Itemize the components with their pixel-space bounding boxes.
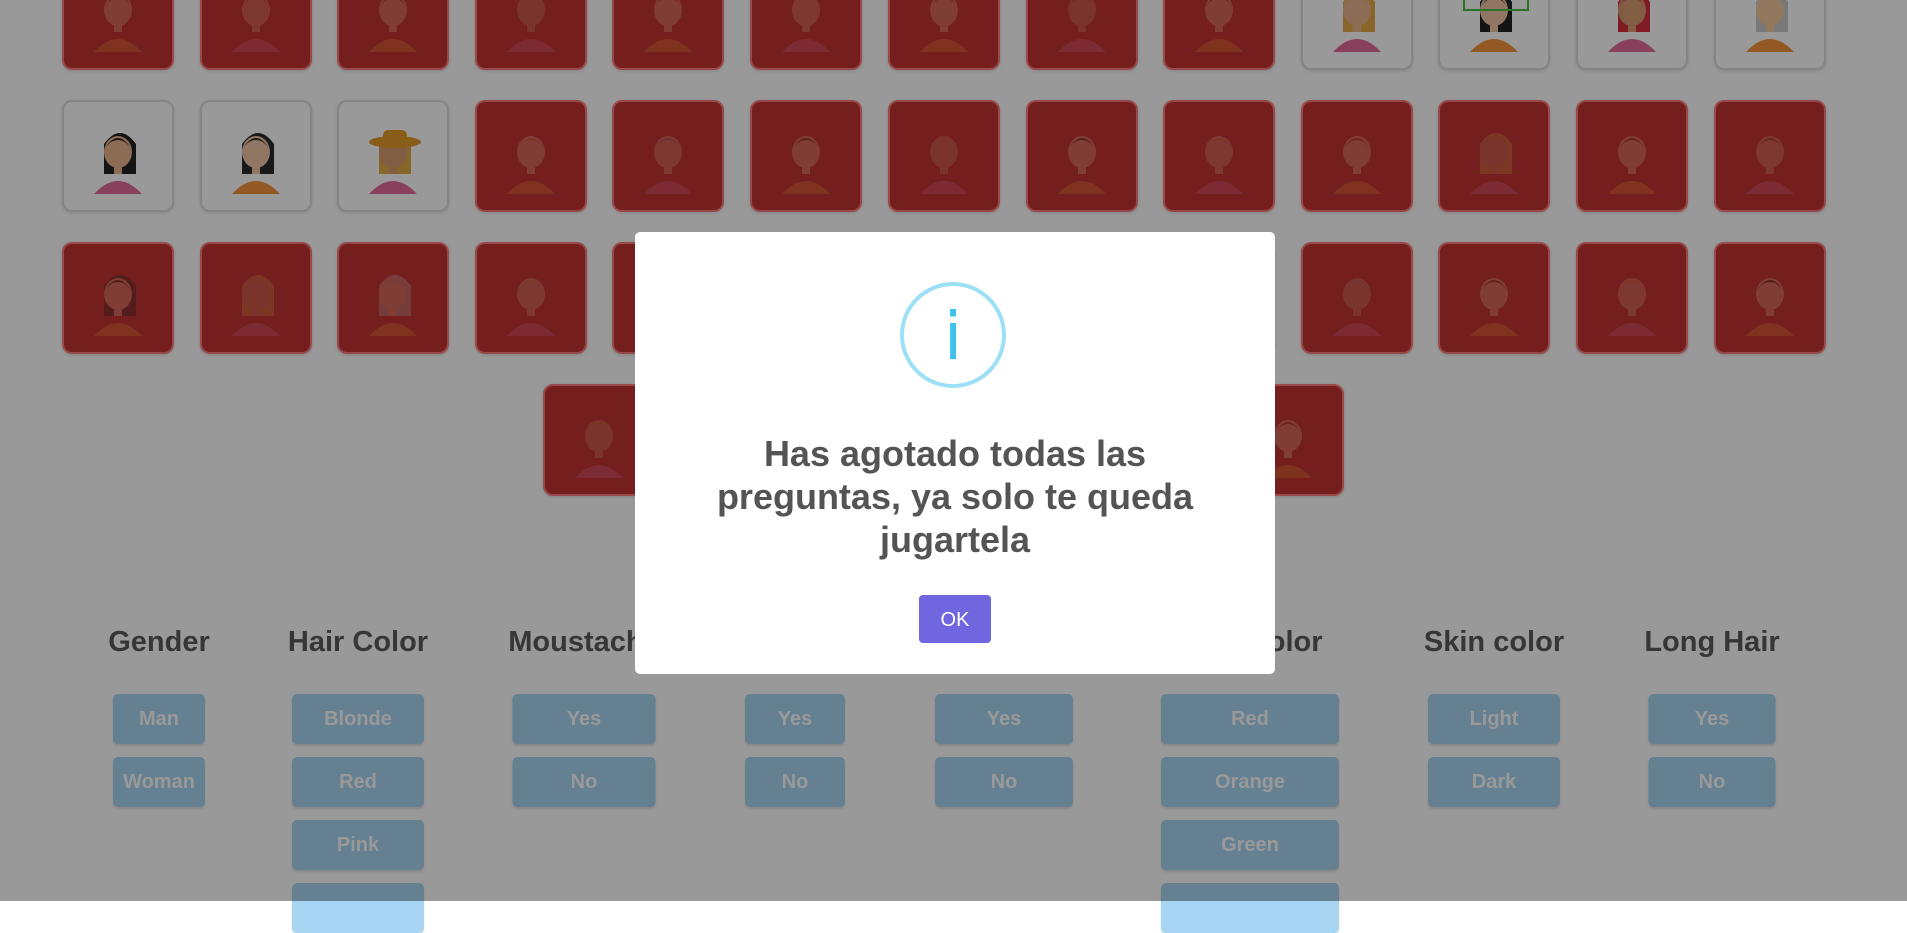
info-icon: i [900,282,1006,388]
ok-button[interactable]: OK [919,595,991,643]
info-dialog: i Has agotado todas las preguntas, ya so… [635,232,1275,674]
dialog-message: Has agotado todas las preguntas, ya solo… [716,433,1194,560]
info-icon-glyph: i [943,298,963,375]
